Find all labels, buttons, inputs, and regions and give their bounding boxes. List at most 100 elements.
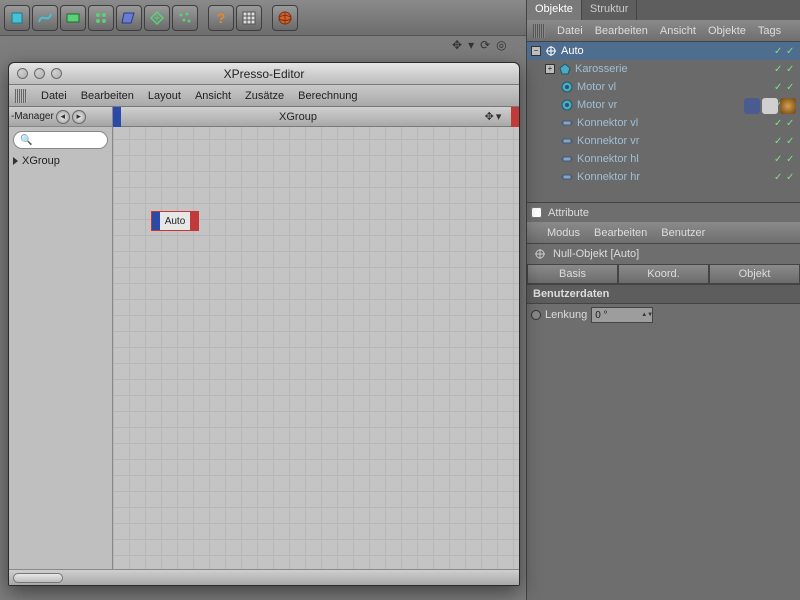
visibility-tick[interactable]: ✓ xyxy=(774,172,784,182)
deformer-icon[interactable] xyxy=(116,5,142,31)
manager-tab[interactable]: -Manager ◂ ▸ xyxy=(9,107,112,127)
zoom-icon[interactable] xyxy=(51,68,62,79)
menu-bearbeiten2[interactable]: Bearbeiten xyxy=(594,227,647,239)
move-icon[interactable]: ✥ xyxy=(452,38,462,52)
nav-prev-icon[interactable]: ◂ xyxy=(56,110,70,124)
scrollbar-thumb[interactable] xyxy=(13,573,63,583)
tree-row[interactable]: Konnektor vr✓✓ xyxy=(527,132,800,150)
attribute-lock[interactable] xyxy=(531,207,542,218)
tab-objekte[interactable]: Objekte xyxy=(527,0,582,20)
texture-tag-icon[interactable] xyxy=(780,98,796,114)
menu-tags[interactable]: Tags xyxy=(758,25,781,37)
manager-tree-label: XGroup xyxy=(22,155,60,167)
menu-benutzer[interactable]: Benutzer xyxy=(661,227,705,239)
conn-icon xyxy=(560,116,574,130)
menu-objekte[interactable]: Objekte xyxy=(708,25,746,37)
expand-icon[interactable]: − xyxy=(531,46,541,56)
lenkung-input[interactable]: 0 ° ▲▼ xyxy=(591,307,653,323)
menu-bearbeiten[interactable]: Bearbeiten xyxy=(595,25,648,37)
array-icon[interactable] xyxy=(88,5,114,31)
xpresso-titlebar[interactable]: XPresso-Editor xyxy=(9,63,519,85)
render-tick[interactable]: ✓ xyxy=(786,64,796,74)
nav-next-icon[interactable]: ▸ xyxy=(72,110,86,124)
keyframe-circle-icon[interactable] xyxy=(531,310,541,320)
xpresso-canvas[interactable]: XGroup ✥ ▾ Auto xyxy=(113,107,519,569)
chevron-right-icon[interactable] xyxy=(13,157,18,165)
tree-row[interactable]: Konnektor hr✓✓ xyxy=(527,168,800,186)
expand-icon[interactable]: + xyxy=(545,64,555,74)
render-tick[interactable]: ✓ xyxy=(786,46,796,56)
grip-icon[interactable] xyxy=(533,24,545,38)
window-title: XPresso-Editor xyxy=(224,67,305,81)
input-port-icon[interactable] xyxy=(113,107,121,127)
motor-icon xyxy=(560,80,574,94)
menu-datei[interactable]: Datei xyxy=(557,25,583,37)
tree-row-auto[interactable]: − Auto ✓✓ xyxy=(527,42,800,60)
xpresso-tag-icon[interactable] xyxy=(744,98,760,114)
render-tick[interactable]: ✓ xyxy=(786,82,796,92)
visibility-tick[interactable]: ✓ xyxy=(774,64,784,74)
target-icon[interactable]: ◎ xyxy=(496,38,506,52)
render-tick[interactable]: ✓ xyxy=(786,118,796,128)
attribute-object-label: Null-Objekt [Auto] xyxy=(553,248,639,260)
primitive-icon[interactable] xyxy=(60,5,86,31)
render-tick[interactable]: ✓ xyxy=(786,136,796,146)
cube-icon[interactable] xyxy=(4,5,30,31)
globe-icon[interactable] xyxy=(272,5,298,31)
environment-icon[interactable] xyxy=(144,5,170,31)
tree-row[interactable]: Konnektor vl✓✓ xyxy=(527,114,800,132)
tag-icon-2[interactable] xyxy=(762,98,778,114)
tree-row[interactable]: Konnektor hl✓✓ xyxy=(527,150,800,168)
tree-row[interactable]: Motor vl✓✓ xyxy=(527,78,800,96)
tab-struktur[interactable]: Struktur xyxy=(582,0,638,20)
node-input-port[interactable] xyxy=(152,212,160,230)
rotate-icon[interactable]: ⟳ xyxy=(480,38,490,52)
help-icon[interactable]: ? xyxy=(208,5,234,31)
lenkung-value: 0 ° xyxy=(595,310,607,321)
table-icon[interactable] xyxy=(236,5,262,31)
spinner-icon[interactable]: ▲▼ xyxy=(641,313,649,318)
tree-label: Konnektor hr xyxy=(577,171,771,183)
attribute-title: Attribute xyxy=(548,207,589,219)
manager-tree-row[interactable]: XGroup xyxy=(9,153,112,169)
conn-icon xyxy=(560,152,574,166)
visibility-tick[interactable]: ✓ xyxy=(774,118,784,128)
render-tick[interactable]: ✓ xyxy=(786,154,796,164)
visibility-tick[interactable]: ✓ xyxy=(774,46,784,56)
tree-row[interactable]: +Karosserie✓✓ xyxy=(527,60,800,78)
close-icon[interactable] xyxy=(17,68,28,79)
move-icon[interactable]: ✥ xyxy=(485,110,494,123)
tab-objekt[interactable]: Objekt xyxy=(709,264,800,284)
xmenu-zusaetze[interactable]: Zusätze xyxy=(245,90,284,102)
field-lenkung: Lenkung 0 ° ▲▼ xyxy=(527,304,800,326)
output-port-icon[interactable] xyxy=(511,107,519,127)
window-controls xyxy=(17,68,62,79)
node-label: Auto xyxy=(160,212,190,230)
spline-icon[interactable] xyxy=(32,5,58,31)
grip-icon[interactable] xyxy=(15,89,27,103)
xmenu-berechnung[interactable]: Berechnung xyxy=(298,90,357,102)
render-tick[interactable]: ✓ xyxy=(786,172,796,182)
node-auto[interactable]: Auto xyxy=(151,211,199,231)
xmenu-bearbeiten[interactable]: Bearbeiten xyxy=(81,90,134,102)
menu-modus[interactable]: Modus xyxy=(547,227,580,239)
attribute-object-title: Null-Objekt [Auto] xyxy=(527,244,800,264)
visibility-tick[interactable]: ✓ xyxy=(774,154,784,164)
menu-ansicht[interactable]: Ansicht xyxy=(660,25,696,37)
xmenu-datei[interactable]: Datei xyxy=(41,90,67,102)
tab-basis[interactable]: Basis xyxy=(527,264,618,284)
search-input[interactable]: 🔍 xyxy=(13,131,108,149)
horizontal-scrollbar[interactable] xyxy=(9,569,519,585)
tab-koord[interactable]: Koord. xyxy=(618,264,709,284)
visibility-tick[interactable]: ✓ xyxy=(774,82,784,92)
chevron-down-icon[interactable]: ▾ xyxy=(496,110,502,123)
down-icon[interactable]: ▾ xyxy=(468,38,474,52)
section-benutzerdaten: Benutzerdaten xyxy=(527,284,800,304)
particles-icon[interactable] xyxy=(172,5,198,31)
xmenu-layout[interactable]: Layout xyxy=(148,90,181,102)
node-output-port[interactable] xyxy=(190,212,198,230)
xmenu-ansicht[interactable]: Ansicht xyxy=(195,90,231,102)
visibility-tick[interactable]: ✓ xyxy=(774,136,784,146)
minimize-icon[interactable] xyxy=(34,68,45,79)
null-icon xyxy=(533,247,547,261)
